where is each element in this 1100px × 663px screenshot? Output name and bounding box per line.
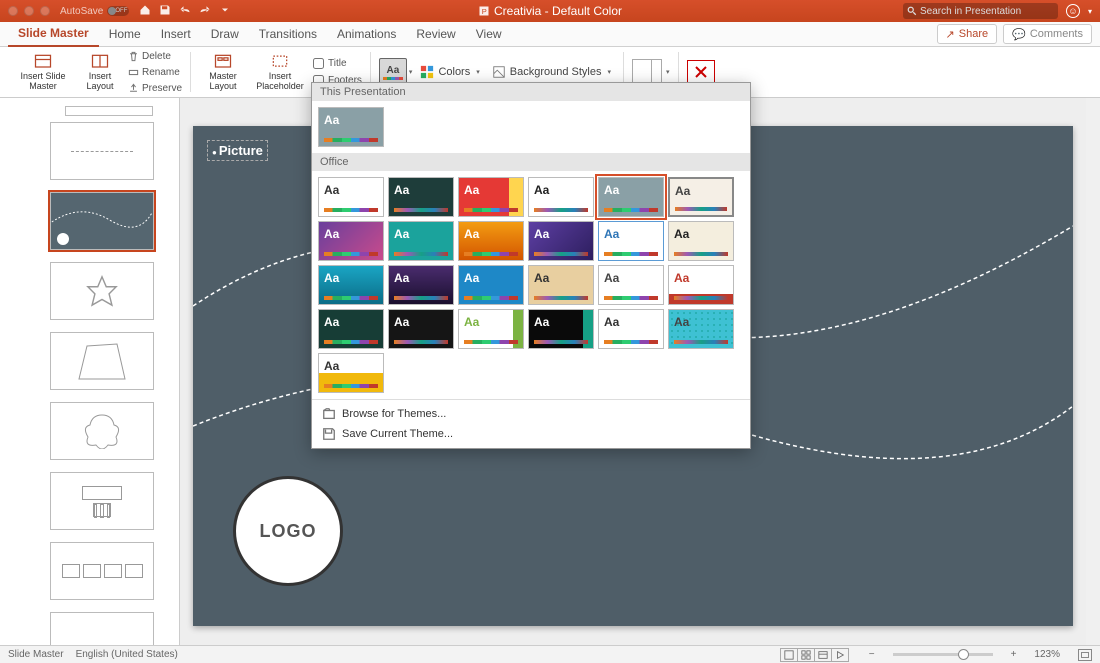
sorter-view-button[interactable] bbox=[797, 648, 815, 662]
theme-swatch-20[interactable]: Aa bbox=[458, 309, 524, 349]
thumb-layout-7[interactable] bbox=[50, 542, 154, 600]
comments-button[interactable]: 💬Comments bbox=[1003, 24, 1092, 44]
ribbon-tabs: Slide MasterHomeInsertDrawTransitionsAni… bbox=[0, 22, 1100, 47]
status-bar: Slide Master English (United States) − +… bbox=[0, 645, 1100, 663]
theme-swatch-3[interactable]: Aa bbox=[528, 177, 594, 217]
account-icon[interactable]: ☺ bbox=[1066, 4, 1080, 18]
thumb-layout-1[interactable] bbox=[50, 122, 154, 180]
theme-swatch-13[interactable]: Aa bbox=[388, 265, 454, 305]
insert-layout-button[interactable]: Insert Layout bbox=[76, 49, 124, 95]
normal-view-button[interactable] bbox=[780, 648, 798, 662]
window-controls[interactable] bbox=[8, 6, 50, 16]
tab-view[interactable]: View bbox=[466, 22, 512, 47]
theme-swatch-21[interactable]: Aa bbox=[528, 309, 594, 349]
theme-swatch-15[interactable]: Aa bbox=[528, 265, 594, 305]
theme-swatch-14[interactable]: Aa bbox=[458, 265, 524, 305]
qat-caret-icon[interactable] bbox=[219, 4, 231, 19]
theme-swatch-18[interactable]: Aa bbox=[318, 309, 384, 349]
theme-swatch-22[interactable]: Aa bbox=[598, 309, 664, 349]
save-theme-item[interactable]: Save Current Theme... bbox=[312, 424, 750, 444]
theme-swatch-6[interactable]: Aa bbox=[318, 221, 384, 261]
tab-slide-master[interactable]: Slide Master bbox=[8, 22, 99, 47]
close-master-button[interactable] bbox=[687, 60, 715, 84]
thumb-layout-4[interactable] bbox=[50, 332, 154, 390]
rename-button[interactable]: Rename bbox=[128, 65, 182, 79]
tab-home[interactable]: Home bbox=[99, 22, 151, 47]
quick-access-toolbar bbox=[139, 4, 231, 19]
master-layout-button[interactable]: Master Layout bbox=[199, 49, 247, 95]
insert-slide-master-button[interactable]: Insert Slide Master bbox=[14, 49, 72, 95]
status-language[interactable]: English (United States) bbox=[76, 649, 178, 660]
theme-swatch-4[interactable]: Aa bbox=[598, 177, 664, 217]
theme-swatch-23[interactable]: Aa bbox=[668, 309, 734, 349]
thumb-layout-5[interactable] bbox=[50, 402, 154, 460]
logo-placeholder[interactable]: LOGO bbox=[233, 476, 343, 586]
save-icon[interactable] bbox=[159, 4, 171, 19]
search-input[interactable]: Search in Presentation bbox=[903, 3, 1058, 19]
chevron-down-icon[interactable]: ▾ bbox=[409, 68, 413, 76]
theme-swatch-17[interactable]: Aa bbox=[668, 265, 734, 305]
window-title: P Creativia - Default Color bbox=[478, 4, 622, 18]
gallery-header-office: Office bbox=[312, 153, 750, 171]
redo-icon[interactable] bbox=[199, 4, 211, 19]
theme-swatch-16[interactable]: Aa bbox=[598, 265, 664, 305]
tab-animations[interactable]: Animations bbox=[327, 22, 406, 47]
home-icon[interactable] bbox=[139, 4, 151, 19]
tab-draw[interactable]: Draw bbox=[201, 22, 249, 47]
theme-swatch-9[interactable]: Aa bbox=[528, 221, 594, 261]
zoom-in-button[interactable]: + bbox=[1011, 649, 1017, 660]
share-button[interactable]: ↗Share bbox=[937, 24, 998, 44]
gallery-header-this: This Presentation bbox=[312, 83, 750, 101]
autosave-toggle[interactable]: AutoSave OFF bbox=[60, 6, 129, 17]
theme-swatch-11[interactable]: Aa bbox=[668, 221, 734, 261]
thumb-master-strip[interactable] bbox=[65, 106, 153, 116]
theme-swatch-24[interactable]: Aa bbox=[318, 353, 384, 393]
insert-placeholder-button[interactable]: Insert Placeholder bbox=[251, 49, 309, 95]
slide-thumbnails-pane[interactable] bbox=[0, 98, 180, 645]
reading-view-button[interactable] bbox=[814, 648, 832, 662]
theme-swatch-19[interactable]: Aa bbox=[388, 309, 454, 349]
theme-swatch-7[interactable]: Aa bbox=[388, 221, 454, 261]
tab-insert[interactable]: Insert bbox=[151, 22, 201, 47]
theme-swatch-12[interactable]: Aa bbox=[318, 265, 384, 305]
title-checkbox[interactable]: Title bbox=[313, 58, 362, 69]
theme-swatch-2[interactable]: Aa bbox=[458, 177, 524, 217]
theme-swatch-5[interactable]: Aa bbox=[668, 177, 734, 217]
fit-to-window-button[interactable] bbox=[1078, 649, 1092, 661]
thumb-layout-8[interactable] bbox=[50, 612, 154, 645]
tab-transitions[interactable]: Transitions bbox=[249, 22, 327, 47]
theme-swatch-0[interactable]: Aa bbox=[318, 177, 384, 217]
delete-button[interactable]: Delete bbox=[128, 49, 182, 63]
thumb-layout-3[interactable] bbox=[50, 262, 154, 320]
thumb-layout-6[interactable] bbox=[50, 472, 154, 530]
browse-themes-item[interactable]: Browse for Themes... bbox=[312, 404, 750, 424]
preserve-button[interactable]: Preserve bbox=[128, 81, 182, 95]
title-bar: AutoSave OFF P Creativia - Default Color… bbox=[0, 0, 1100, 22]
zoom-level[interactable]: 123% bbox=[1034, 649, 1060, 660]
account-caret-icon[interactable]: ▾ bbox=[1088, 7, 1092, 16]
zoom-slider[interactable] bbox=[893, 653, 993, 656]
zoom-out-button[interactable]: − bbox=[869, 649, 875, 660]
themes-gallery-popover: This Presentation Aa Office AaAaAaAaAaAa… bbox=[311, 82, 751, 449]
tab-review[interactable]: Review bbox=[406, 22, 465, 47]
autosave-pill[interactable]: OFF bbox=[107, 6, 129, 16]
thumb-layout-2[interactable] bbox=[50, 192, 154, 250]
vertical-scrollbar[interactable] bbox=[1086, 98, 1100, 645]
slideshow-button[interactable] bbox=[831, 648, 849, 662]
picture-placeholder[interactable]: ●Picture bbox=[207, 140, 268, 161]
status-mode: Slide Master bbox=[8, 649, 64, 660]
theme-swatch-1[interactable]: Aa bbox=[388, 177, 454, 217]
theme-swatch-8[interactable]: Aa bbox=[458, 221, 524, 261]
view-buttons bbox=[781, 648, 849, 662]
svg-text:P: P bbox=[482, 7, 487, 16]
theme-swatch-current[interactable]: Aa bbox=[318, 107, 384, 147]
theme-swatch-10[interactable]: Aa bbox=[598, 221, 664, 261]
undo-icon[interactable] bbox=[179, 4, 191, 19]
